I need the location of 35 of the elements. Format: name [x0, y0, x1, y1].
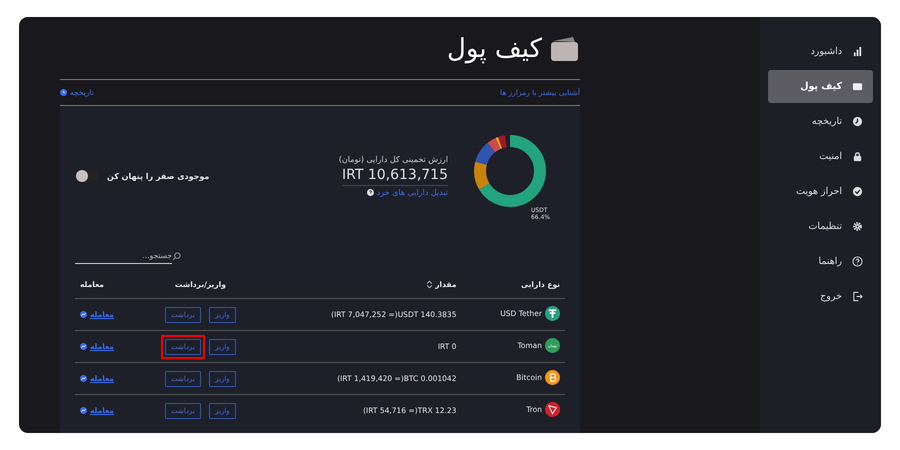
check-circle-icon	[852, 186, 863, 197]
sidebar-item[interactable]: امنیت	[768, 140, 873, 173]
tron-coin-icon	[545, 402, 560, 417]
tether-coin-icon	[545, 306, 560, 321]
trend-icon	[80, 375, 87, 382]
clock-icon	[852, 116, 863, 127]
total-label: ارزش تخمینی کل دارایی (تومان)	[338, 155, 448, 164]
trend-icon	[80, 407, 87, 414]
toman-coin-icon	[545, 338, 560, 353]
logout-icon	[852, 291, 863, 302]
sort-icon[interactable]	[427, 280, 432, 288]
convert-link[interactable]: تبدیل دارایی های خرد	[366, 188, 448, 197]
page-title: کیف پول	[447, 34, 542, 64]
sidebar-item[interactable]: کیف پول	[768, 70, 873, 103]
clock-icon	[60, 89, 67, 96]
bitcoin-coin-icon	[545, 370, 560, 385]
trend-icon	[80, 343, 87, 350]
trend-icon	[80, 311, 87, 318]
sidebar-item[interactable]: راهنما	[768, 245, 873, 278]
wallet-icon	[852, 81, 863, 92]
sidebar-item[interactable]: داشبورد	[768, 35, 873, 68]
settings-icon	[852, 221, 863, 232]
help-icon	[366, 189, 374, 196]
search-icon	[172, 252, 181, 260]
total-value: IRT 10,613,715	[342, 164, 448, 186]
lock-icon	[852, 151, 863, 162]
sidebar-item[interactable]: خروج	[768, 280, 873, 313]
toggle-label: موجودی صفر را پنهان کن	[107, 172, 210, 180]
sidebar-item[interactable]: تنظیمات	[768, 210, 873, 243]
sidebar-item[interactable]: تاریخچه	[768, 105, 873, 138]
help-icon	[852, 256, 863, 267]
wallet-icon	[550, 36, 580, 62]
sidebar-item[interactable]: احراز هویت	[768, 175, 873, 208]
bar-chart-icon	[852, 46, 863, 57]
toggle-switch[interactable]	[75, 170, 99, 182]
